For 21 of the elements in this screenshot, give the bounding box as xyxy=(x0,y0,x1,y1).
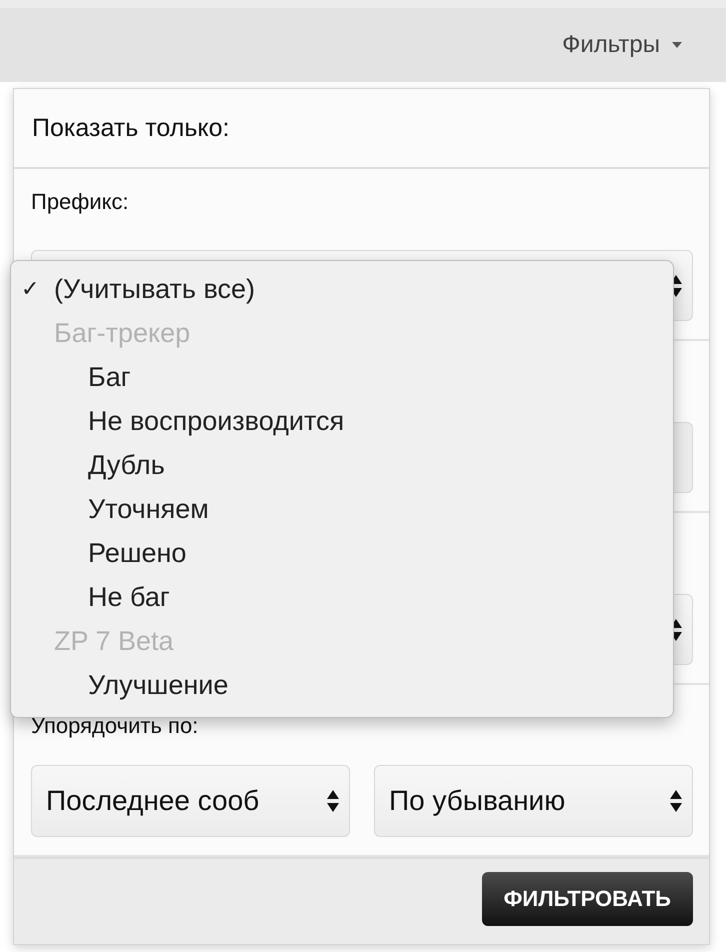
sort-order-select[interactable]: По убыванию xyxy=(374,765,693,837)
option-item[interactable]: Не баг xyxy=(11,575,673,619)
option-item[interactable]: Уточняем xyxy=(11,487,673,531)
caret-icon xyxy=(672,42,682,48)
sort-field-select[interactable]: Последнее сооб xyxy=(31,765,350,837)
option-item[interactable]: Дубль xyxy=(11,443,673,487)
field-label: Префикс: xyxy=(31,189,129,214)
panel-title: Показать только: xyxy=(14,89,709,169)
option-group-label: ZP 7 Beta xyxy=(53,624,175,658)
filter-button[interactable]: ФИЛЬТРОВАТЬ xyxy=(482,872,693,926)
checkmark-icon: ✓ xyxy=(21,276,39,302)
filters-dropdown-button[interactable]: Фильтры xyxy=(558,25,686,65)
sort-label: Упорядочить по: xyxy=(31,713,198,738)
option-item[interactable]: Улучшение xyxy=(11,663,673,707)
up-down-arrows-icon xyxy=(670,789,682,813)
option-item[interactable]: (Учитывать все) ✓ xyxy=(11,267,673,311)
up-down-arrows-icon xyxy=(327,789,339,813)
option-item[interactable]: Не воспроизводится xyxy=(11,399,673,443)
option-group-label: Баг-трекер xyxy=(53,316,192,350)
option-item[interactable]: Решено xyxy=(11,531,673,575)
option-item[interactable]: Баг xyxy=(11,355,673,399)
